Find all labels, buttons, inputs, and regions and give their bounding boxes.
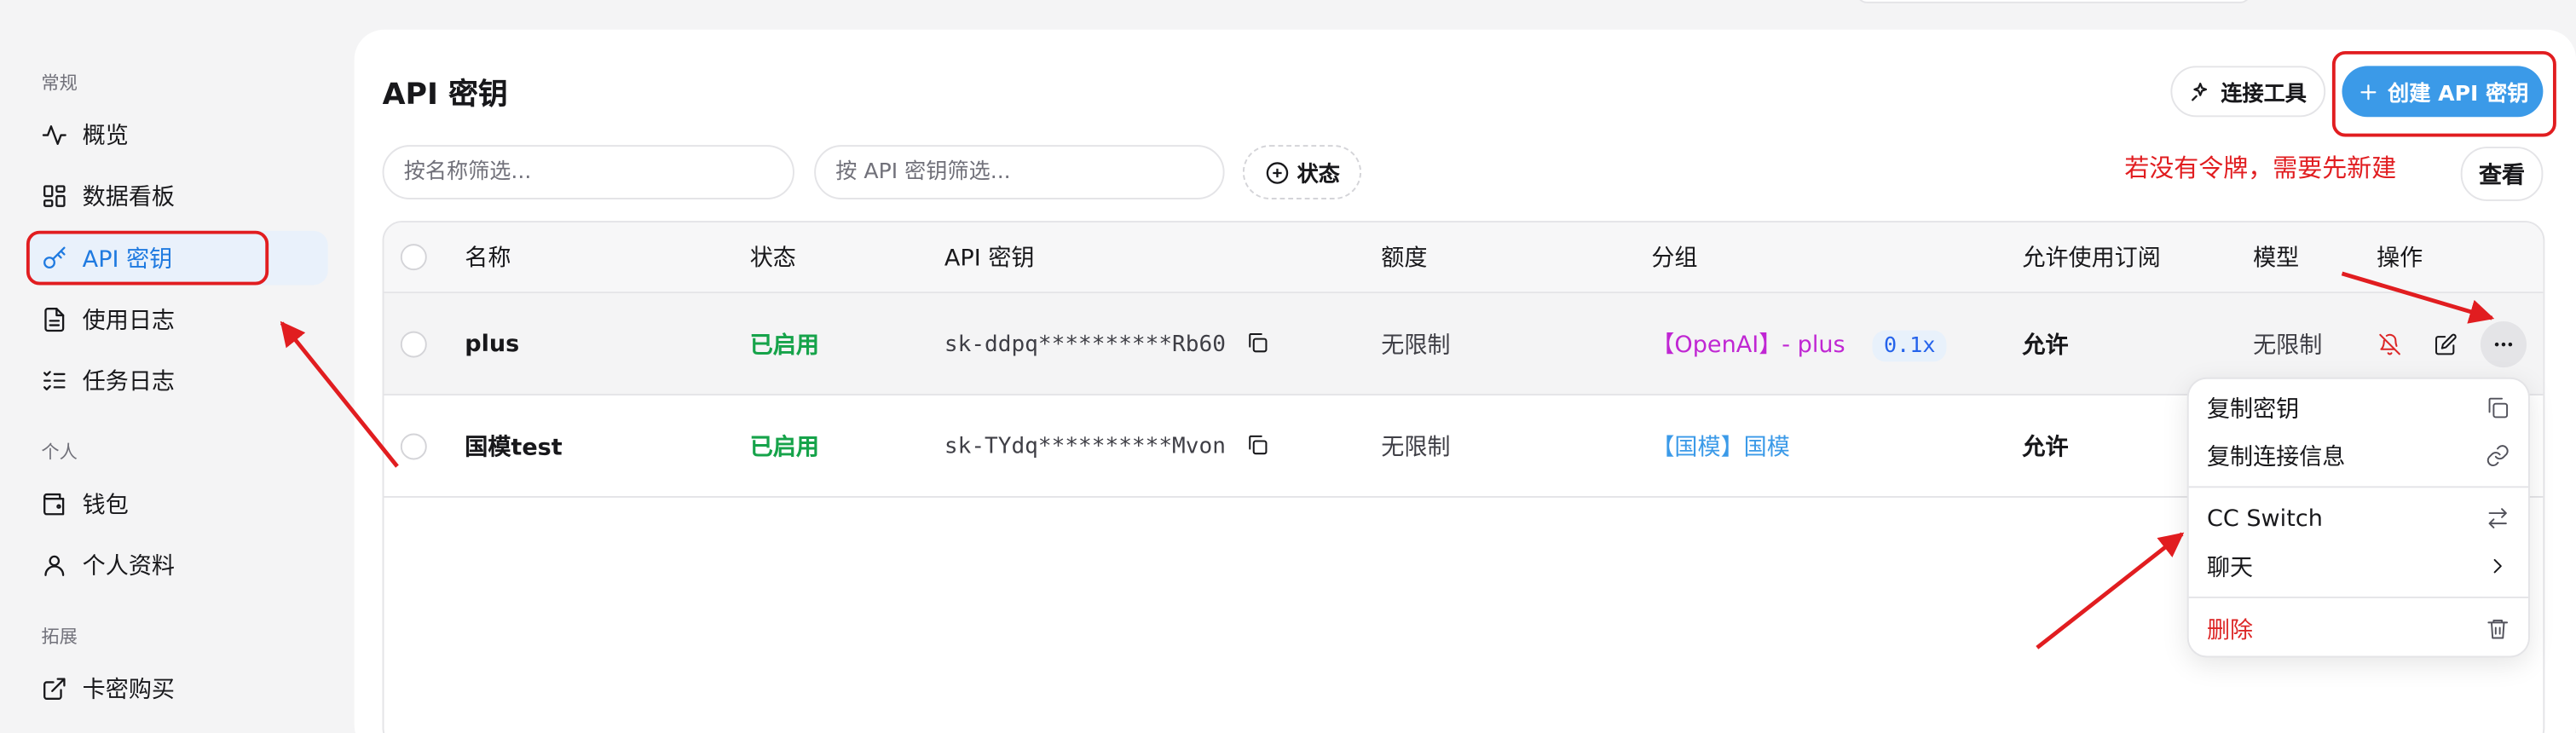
copy-icon[interactable] — [1246, 433, 1269, 456]
sidebar-item-task-logs[interactable]: 任务日志 — [28, 353, 328, 407]
row-subscription: 允许 — [2022, 332, 2069, 359]
menu-item-chat[interactable]: 聊天 — [2189, 542, 2528, 590]
sidebar-item-usage-logs[interactable]: 使用日志 — [28, 291, 328, 346]
annotation-note: 若没有令牌，需要先新建 — [2124, 153, 2397, 183]
row-api-key-cell: sk-TYdq**********Mvon — [944, 433, 1269, 459]
list-check-icon — [41, 366, 67, 393]
sidebar-section-extensions: 拓展 — [41, 626, 78, 648]
user-icon — [41, 551, 67, 578]
sidebar-item-dashboard[interactable]: 数据看板 — [28, 168, 328, 222]
row-actions-menu: 复制密钥 复制连接信息 CC Switch 聊天 删除 — [2186, 377, 2530, 658]
menu-item-copy-key[interactable]: 复制密钥 — [2189, 384, 2528, 432]
row-checkbox[interactable] — [400, 330, 427, 357]
menu-item-delete[interactable]: 删除 — [2189, 605, 2528, 653]
disable-key-button[interactable] — [2367, 320, 2413, 366]
row-subscription: 允许 — [2022, 434, 2069, 461]
row-quota: 无限制 — [1381, 434, 1451, 461]
row-name: 国模test — [465, 434, 563, 461]
column-subscription: 允许使用订阅 — [2022, 245, 2161, 273]
column-name: 名称 — [465, 245, 511, 273]
sidebar-section-general: 常规 — [41, 72, 78, 95]
sidebar-item-label: 钱包 — [82, 492, 129, 519]
sidebar-item-label: 卡密购买 — [82, 676, 175, 703]
api-key-filter-input[interactable] — [814, 145, 1225, 199]
select-all-checkbox[interactable] — [400, 244, 427, 271]
row-name: plus — [465, 330, 520, 357]
sidebar-item-overview[interactable]: 概览 — [28, 107, 328, 162]
edit-key-button[interactable] — [2423, 320, 2469, 366]
swap-icon — [2488, 508, 2507, 528]
copy-icon — [2488, 397, 2509, 418]
status-filter-button[interactable]: 状态 — [1242, 145, 1362, 199]
row-api-key: sk-TYdq**********Mvon — [944, 432, 1226, 459]
menu-separator — [2188, 486, 2528, 488]
plus-circle-icon — [1266, 161, 1289, 183]
more-horizontal-icon — [2494, 341, 2513, 346]
row-checkbox[interactable] — [400, 432, 427, 459]
column-quota: 额度 — [1381, 245, 1428, 273]
sidebar: 常规 概览 数据看板 API 密钥 使用日志 任务日志 个人 钱包 个人资料 拓… — [0, 0, 346, 733]
menu-separator — [2188, 596, 2528, 598]
sidebar-item-wallet[interactable]: 钱包 — [28, 476, 328, 531]
connect-tools-button[interactable]: 连接工具 — [2170, 66, 2326, 118]
column-api-key: API 密钥 — [944, 245, 1035, 273]
trash-icon — [2487, 619, 2509, 639]
activity-icon — [41, 121, 67, 147]
sidebar-item-card-purchase[interactable]: 卡密购买 — [28, 661, 328, 715]
highlight-box-api-keys — [26, 230, 269, 286]
sidebar-item-label: 个人资料 — [82, 552, 175, 580]
edit-icon — [2435, 332, 2457, 355]
sidebar-item-label: 概览 — [82, 123, 129, 149]
row-status: 已启用 — [749, 332, 819, 359]
dashboard-icon — [41, 182, 67, 209]
sidebar-item-label: 使用日志 — [82, 307, 175, 334]
row-status: 已启用 — [749, 434, 819, 461]
row-group: 【国模】国模 — [1651, 434, 1790, 461]
link-icon — [2486, 445, 2509, 467]
app-root: 常规 概览 数据看板 API 密钥 使用日志 任务日志 个人 钱包 个人资料 拓… — [0, 0, 2576, 733]
wallet-icon — [41, 490, 67, 517]
menu-item-cc-switch[interactable]: CC Switch — [2189, 494, 2528, 542]
copy-icon[interactable] — [1246, 331, 1269, 354]
column-status: 状态 — [749, 245, 796, 273]
sparkle-plug-icon — [2192, 82, 2209, 101]
name-filter-input[interactable] — [382, 145, 794, 199]
row-api-key: sk-ddpq**********Rb60 — [944, 330, 1226, 357]
chevron-right-icon — [2493, 558, 2502, 574]
document-icon — [41, 306, 67, 332]
top-search-bar[interactable] — [1856, 0, 2252, 3]
row-quota: 无限制 — [1381, 332, 1451, 359]
column-group: 分组 — [1651, 245, 1698, 273]
bell-off-icon — [2379, 332, 2400, 355]
sidebar-item-profile[interactable]: 个人资料 — [28, 537, 328, 592]
ratio-badge: 0.1x — [1872, 329, 1948, 361]
external-link-icon — [41, 675, 67, 701]
row-group-cell: 【OpenAI】- plus 0.1x — [1651, 326, 1948, 361]
row-group: 【OpenAI】- plus — [1651, 331, 1845, 358]
sidebar-item-label: 任务日志 — [82, 368, 175, 395]
row-api-key-cell: sk-ddpq**********Rb60 — [944, 331, 1269, 357]
table-header: 名称 状态 API 密钥 额度 分组 允许使用订阅 模型 操作 — [384, 222, 2544, 294]
highlight-box-create-button — [2331, 50, 2556, 137]
more-actions-button[interactable] — [2480, 320, 2527, 367]
sidebar-section-personal: 个人 — [41, 442, 78, 464]
row-models: 无限制 — [2253, 332, 2323, 359]
page-title: API 密钥 — [382, 77, 508, 113]
sidebar-item-label: 数据看板 — [82, 183, 175, 211]
column-actions: 操作 — [2377, 245, 2423, 273]
menu-item-copy-connection[interactable]: 复制连接信息 — [2189, 432, 2528, 480]
view-button[interactable]: 查看 — [2460, 147, 2544, 201]
column-models: 模型 — [2253, 245, 2300, 273]
